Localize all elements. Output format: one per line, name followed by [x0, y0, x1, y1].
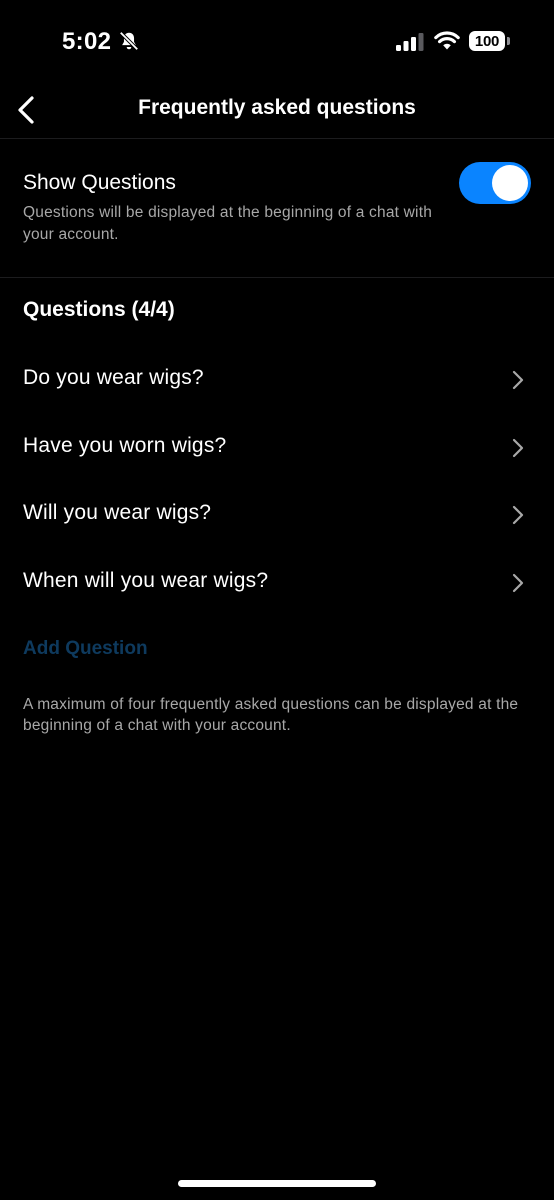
- bell-slash-icon: [119, 31, 139, 51]
- toggle-knob: [492, 165, 528, 201]
- wifi-icon: [434, 31, 460, 50]
- question-item[interactable]: Do you wear wigs?: [0, 346, 554, 414]
- battery-tip: [507, 37, 510, 45]
- nav-header: Frequently asked questions: [0, 84, 554, 139]
- battery-icon: 100: [469, 31, 505, 51]
- show-questions-label: Show Questions: [23, 171, 176, 194]
- show-questions-toggle[interactable]: [459, 162, 531, 204]
- question-item[interactable]: When will you wear wigs?: [0, 549, 554, 617]
- chevron-right-icon: [512, 438, 524, 457]
- question-label: When will you wear wigs?: [23, 568, 269, 592]
- question-item[interactable]: Have you worn wigs?: [0, 414, 554, 482]
- status-time: 5:02: [62, 28, 112, 55]
- status-bar: 5:02 100: [0, 0, 554, 84]
- question-label: Have you worn wigs?: [23, 433, 227, 457]
- question-list: Do you wear wigs? Have you worn wigs? Wi…: [0, 346, 554, 616]
- page-title: Frequently asked questions: [138, 96, 416, 119]
- signal-icon: [396, 33, 424, 51]
- chevron-right-icon: [512, 573, 524, 592]
- battery-level: 100: [474, 32, 500, 50]
- chevron-right-icon: [512, 370, 524, 390]
- add-question-button[interactable]: Add Question: [23, 638, 148, 660]
- footer-note: A maximum of four frequently asked quest…: [23, 696, 519, 734]
- chevron-right-icon: [512, 505, 524, 525]
- question-item[interactable]: Will you wear wigs?: [0, 481, 554, 549]
- home-indicator[interactable]: [178, 1180, 376, 1187]
- show-questions-section: Show Questions Questions will be display…: [0, 139, 554, 278]
- question-label: Will you wear wigs?: [23, 501, 212, 524]
- question-label: Do you wear wigs?: [23, 366, 204, 389]
- show-questions-description: Questions will be displayed at the begin…: [23, 204, 433, 243]
- questions-heading: Questions (4/4): [23, 298, 175, 321]
